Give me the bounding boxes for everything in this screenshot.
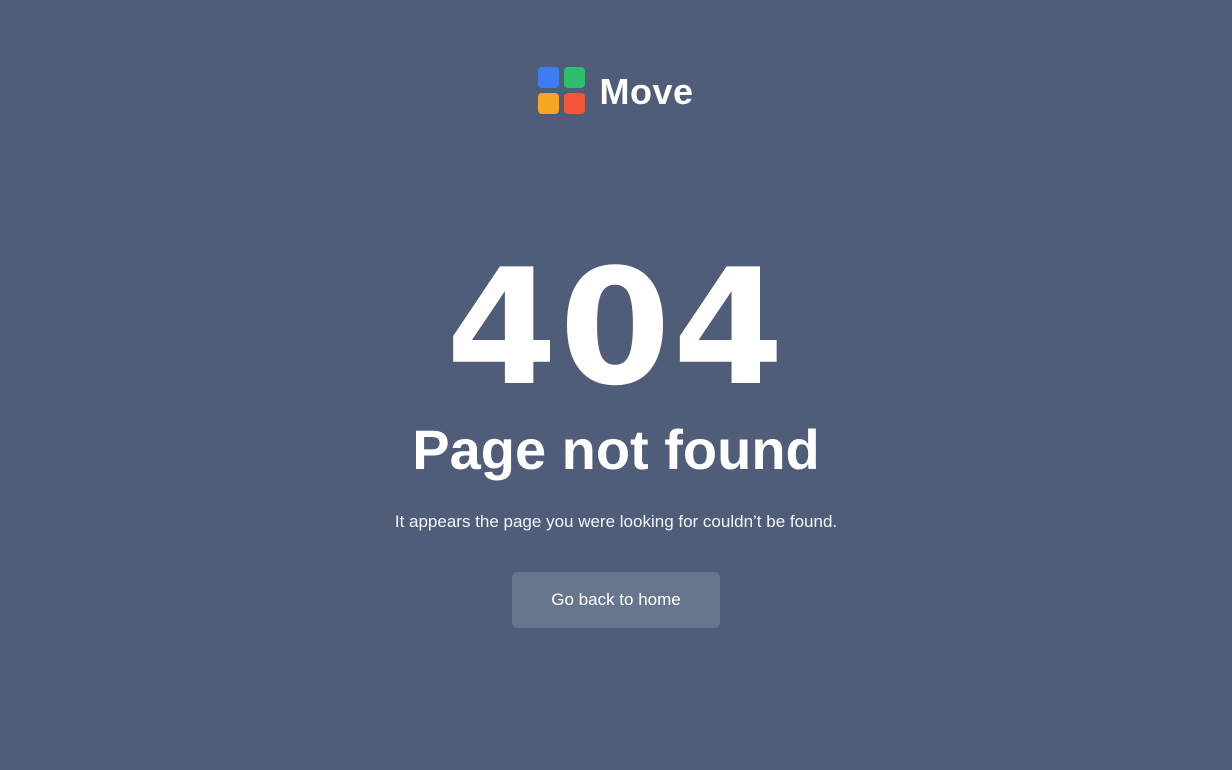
logo-tile-blue: [538, 67, 560, 88]
brand-header: Move: [0, 67, 1232, 114]
page-title: Page not found: [412, 418, 820, 481]
logo-tile-orange: [538, 93, 560, 114]
brand-name: Move: [599, 70, 694, 112]
error-message: It appears the page you were looking for…: [394, 512, 838, 531]
error-code: 404: [446, 234, 786, 421]
go-home-button[interactable]: Go back to home: [512, 572, 720, 628]
logo-tile-green: [564, 67, 586, 88]
logo-icon: [538, 67, 586, 114]
logo-tile-red: [564, 93, 586, 114]
